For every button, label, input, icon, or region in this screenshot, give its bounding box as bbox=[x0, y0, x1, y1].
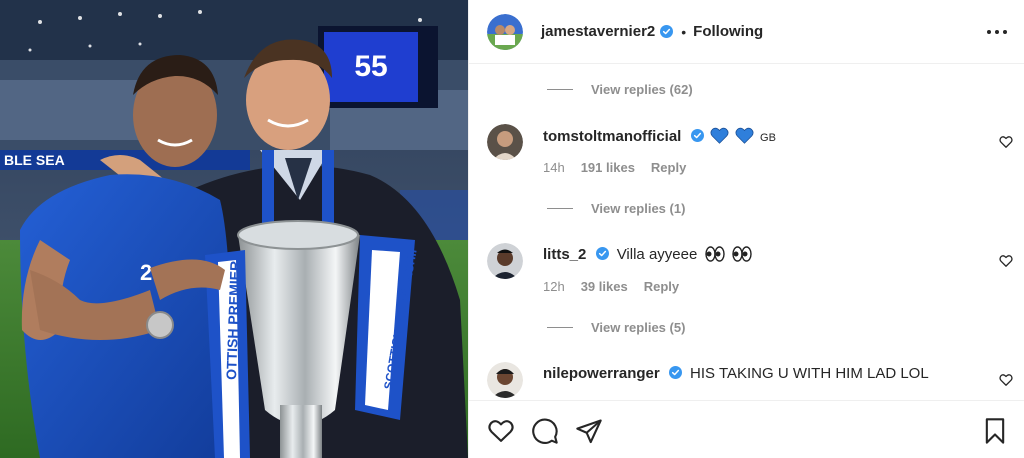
comment-likes[interactable]: 39 likes bbox=[581, 279, 628, 294]
like-comment-heart-icon[interactable] bbox=[999, 254, 1013, 268]
like-comment-heart-icon[interactable] bbox=[999, 373, 1013, 387]
comment-reply-button[interactable]: Reply bbox=[651, 160, 686, 175]
verified-badge-icon bbox=[660, 25, 674, 38]
commenter-username[interactable]: nilepowerranger bbox=[543, 365, 660, 382]
following-button[interactable]: Following bbox=[693, 23, 763, 40]
view-replies-label: View replies (5) bbox=[591, 320, 686, 335]
stand-banner-text: BLE SEA bbox=[4, 152, 65, 168]
commenter-avatar[interactable] bbox=[487, 243, 523, 279]
comment-likes[interactable]: 191 likes bbox=[581, 160, 635, 175]
view-replies-label: View replies (62) bbox=[591, 82, 693, 97]
post-image: 55 BLE SEA 2 OTTISH PREMIER SCOTTISH PRE… bbox=[0, 0, 468, 458]
comment-body: Villa ayyeee bbox=[616, 246, 698, 263]
comment-meta: 14h 191 likes Reply bbox=[543, 160, 702, 175]
paper-plane-icon[interactable] bbox=[575, 417, 603, 445]
commenter-username[interactable]: litts_2 bbox=[543, 246, 586, 263]
more-options-icon[interactable] bbox=[987, 22, 1007, 42]
blue-heart-icon bbox=[735, 127, 754, 144]
eyes-emoji-icon bbox=[704, 246, 725, 262]
post-action-bar bbox=[469, 400, 1024, 458]
blue-heart-icon bbox=[710, 127, 729, 144]
commenter-avatar[interactable] bbox=[487, 362, 523, 398]
commenter-avatar[interactable] bbox=[487, 124, 523, 160]
comment-reply-button[interactable]: Reply bbox=[644, 279, 679, 294]
comment-time: 14h bbox=[543, 160, 565, 175]
verified-badge-icon bbox=[595, 247, 609, 260]
replies-divider-line bbox=[547, 327, 573, 328]
scoreboard-text: 55 bbox=[354, 50, 387, 83]
comment-item: nilepowerranger HIS TAKING U WITH HIM LA… bbox=[469, 362, 1024, 400]
author-avatar[interactable] bbox=[487, 13, 523, 50]
verified-badge-icon bbox=[690, 129, 704, 142]
comments-list[interactable]: View replies (62) tomstoltmanofficial GB… bbox=[469, 64, 1024, 400]
comment-item: litts_2 Villa ayyeee 12h 39 likes Reply bbox=[469, 243, 1024, 303]
shirt-number: 2 bbox=[140, 260, 152, 285]
bookmark-icon[interactable] bbox=[981, 417, 1009, 445]
author-username[interactable]: jamestavernier2 bbox=[541, 23, 655, 40]
comment-time: 12h bbox=[543, 279, 565, 294]
comment-meta: 12h 39 likes Reply bbox=[543, 279, 695, 294]
commenter-username[interactable]: tomstoltmanofficial bbox=[543, 128, 681, 145]
eyes-emoji-icon bbox=[731, 246, 752, 262]
heart-outline-icon[interactable] bbox=[487, 417, 515, 445]
view-replies-button[interactable]: View replies (5) bbox=[547, 320, 685, 335]
comment-item: tomstoltmanofficial GB 14h 191 likes Rep… bbox=[469, 124, 1024, 184]
replies-divider-line bbox=[547, 208, 573, 209]
post-header: jamestavernier2 • Following bbox=[469, 0, 1024, 64]
post-photo[interactable]: 55 BLE SEA 2 OTTISH PREMIER SCOTTISH PRE… bbox=[0, 0, 468, 458]
view-replies-button[interactable]: View replies (1) bbox=[547, 201, 685, 216]
comment-body: HIS TAKING U WITH HIM LAD LOL bbox=[690, 365, 929, 382]
post-detail-panel: jamestavernier2 • Following View replies… bbox=[468, 0, 1024, 458]
view-replies-button[interactable]: View replies (62) bbox=[547, 82, 693, 97]
comment-suffix-text: GB bbox=[760, 132, 776, 144]
view-replies-label: View replies (1) bbox=[591, 201, 686, 216]
verified-badge-icon bbox=[668, 366, 682, 379]
like-comment-heart-icon[interactable] bbox=[999, 135, 1013, 149]
header-separator: • bbox=[681, 23, 687, 40]
replies-divider-line bbox=[547, 89, 573, 90]
comment-bubble-icon[interactable] bbox=[531, 417, 559, 445]
